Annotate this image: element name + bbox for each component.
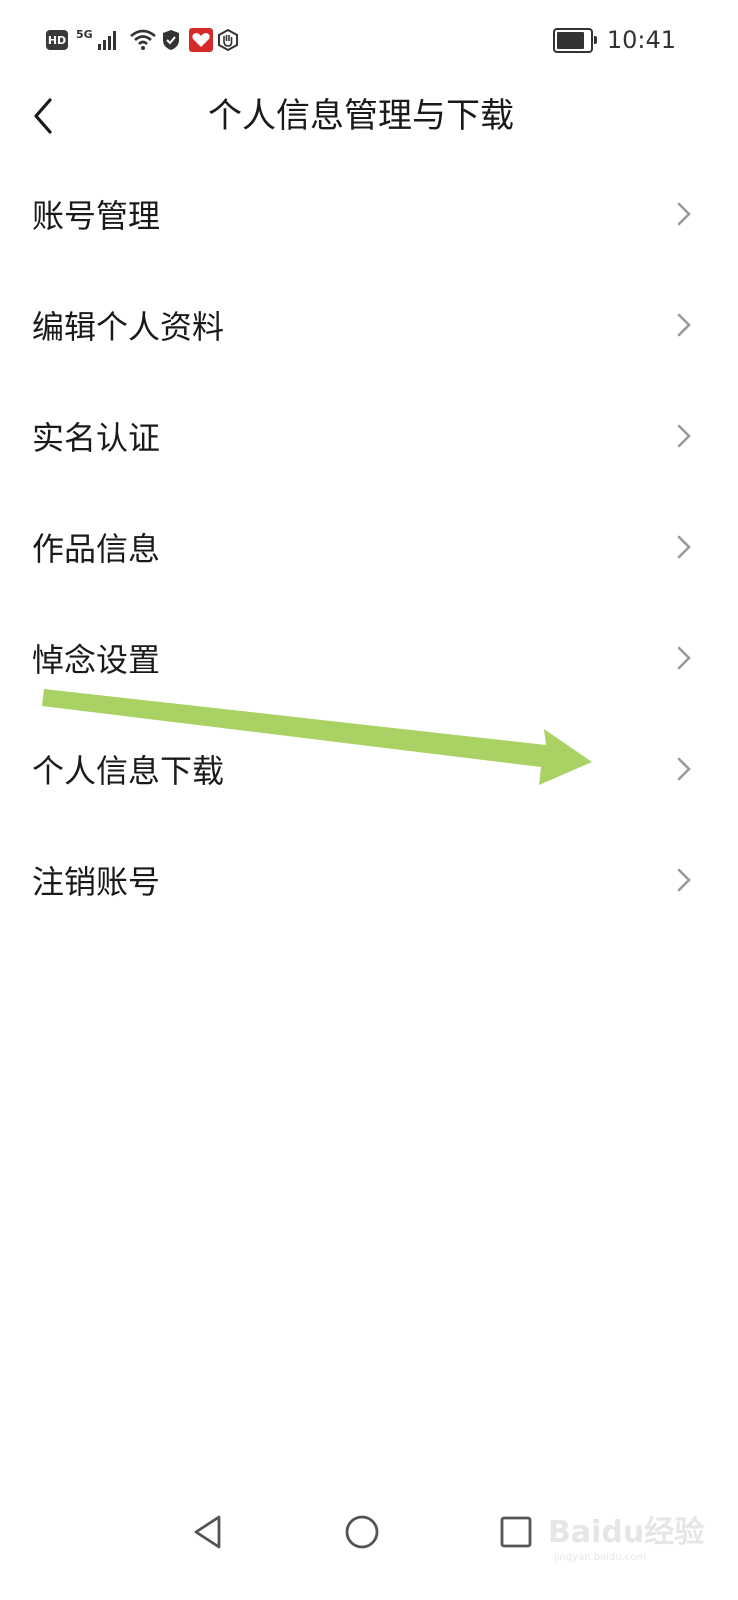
- back-button[interactable]: [18, 88, 68, 144]
- wifi-icon: [129, 29, 156, 50]
- back-triangle-icon: [194, 1515, 221, 1549]
- chevron-right-icon: [677, 646, 691, 669]
- hd-icon: HD: [46, 30, 68, 50]
- shield-icon: [162, 30, 179, 50]
- settings-item-account-management[interactable]: 账号管理: [0, 158, 738, 269]
- settings-list: 账号管理 编辑个人资料 实名认证 作品信息 悼念设置 个人信息下载 注销账号: [0, 158, 738, 935]
- recents-square-icon: [500, 1516, 532, 1548]
- settings-item-edit-profile[interactable]: 编辑个人资料: [0, 269, 738, 380]
- page-title: 个人信息管理与下载: [208, 96, 514, 136]
- chevron-right-icon: [677, 757, 691, 780]
- svg-text:jingyan.baidu.com: jingyan.baidu.com: [553, 1552, 646, 1563]
- 5g-icon: 5G: [76, 27, 93, 41]
- chevron-right-icon: [677, 424, 691, 447]
- settings-item-memorial-settings[interactable]: 悼念设置: [0, 602, 738, 713]
- nav-back-button[interactable]: [178, 1502, 238, 1562]
- settings-item-label: 账号管理: [32, 196, 161, 235]
- settings-item-works-info[interactable]: 作品信息: [0, 491, 738, 602]
- status-time: 10:41: [606, 26, 676, 54]
- header: 个人信息管理与下载: [0, 84, 738, 148]
- settings-item-label: 悼念设置: [32, 640, 161, 679]
- settings-item-personal-info-download[interactable]: 个人信息下载: [0, 713, 738, 824]
- signal-icon: [97, 31, 116, 50]
- settings-item-label: 注销账号: [32, 862, 161, 901]
- status-bar: HD 5G 10:41: [0, 0, 738, 84]
- chevron-right-icon: [677, 313, 691, 336]
- battery-icon: [552, 27, 597, 53]
- svg-text:Baidu经验: Baidu经验: [548, 1515, 704, 1550]
- settings-item-real-name-verification[interactable]: 实名认证: [0, 380, 738, 491]
- settings-item-label: 作品信息: [32, 529, 161, 568]
- chevron-right-icon: [677, 535, 691, 558]
- chevron-right-icon: [677, 868, 691, 891]
- baidu-watermark-logo: Baidu经验 jingyan.baidu.com: [548, 1515, 704, 1563]
- app-notification-icon: [188, 28, 213, 52]
- nav-recents-button[interactable]: [486, 1502, 546, 1562]
- settings-item-label: 实名认证: [32, 418, 161, 457]
- chevron-right-icon: [677, 202, 691, 225]
- status-icons-right: 10:41: [552, 26, 676, 54]
- nav-home-button[interactable]: [332, 1502, 392, 1562]
- settings-item-label: 编辑个人资料: [32, 307, 225, 346]
- settings-item-delete-account[interactable]: 注销账号: [0, 824, 738, 935]
- home-circle-icon: [345, 1515, 379, 1549]
- settings-item-label: 个人信息下载: [32, 751, 225, 790]
- chevron-left-icon: [34, 98, 52, 134]
- hand-icon: [217, 29, 238, 51]
- status-icons-left: HD 5G: [46, 28, 239, 52]
